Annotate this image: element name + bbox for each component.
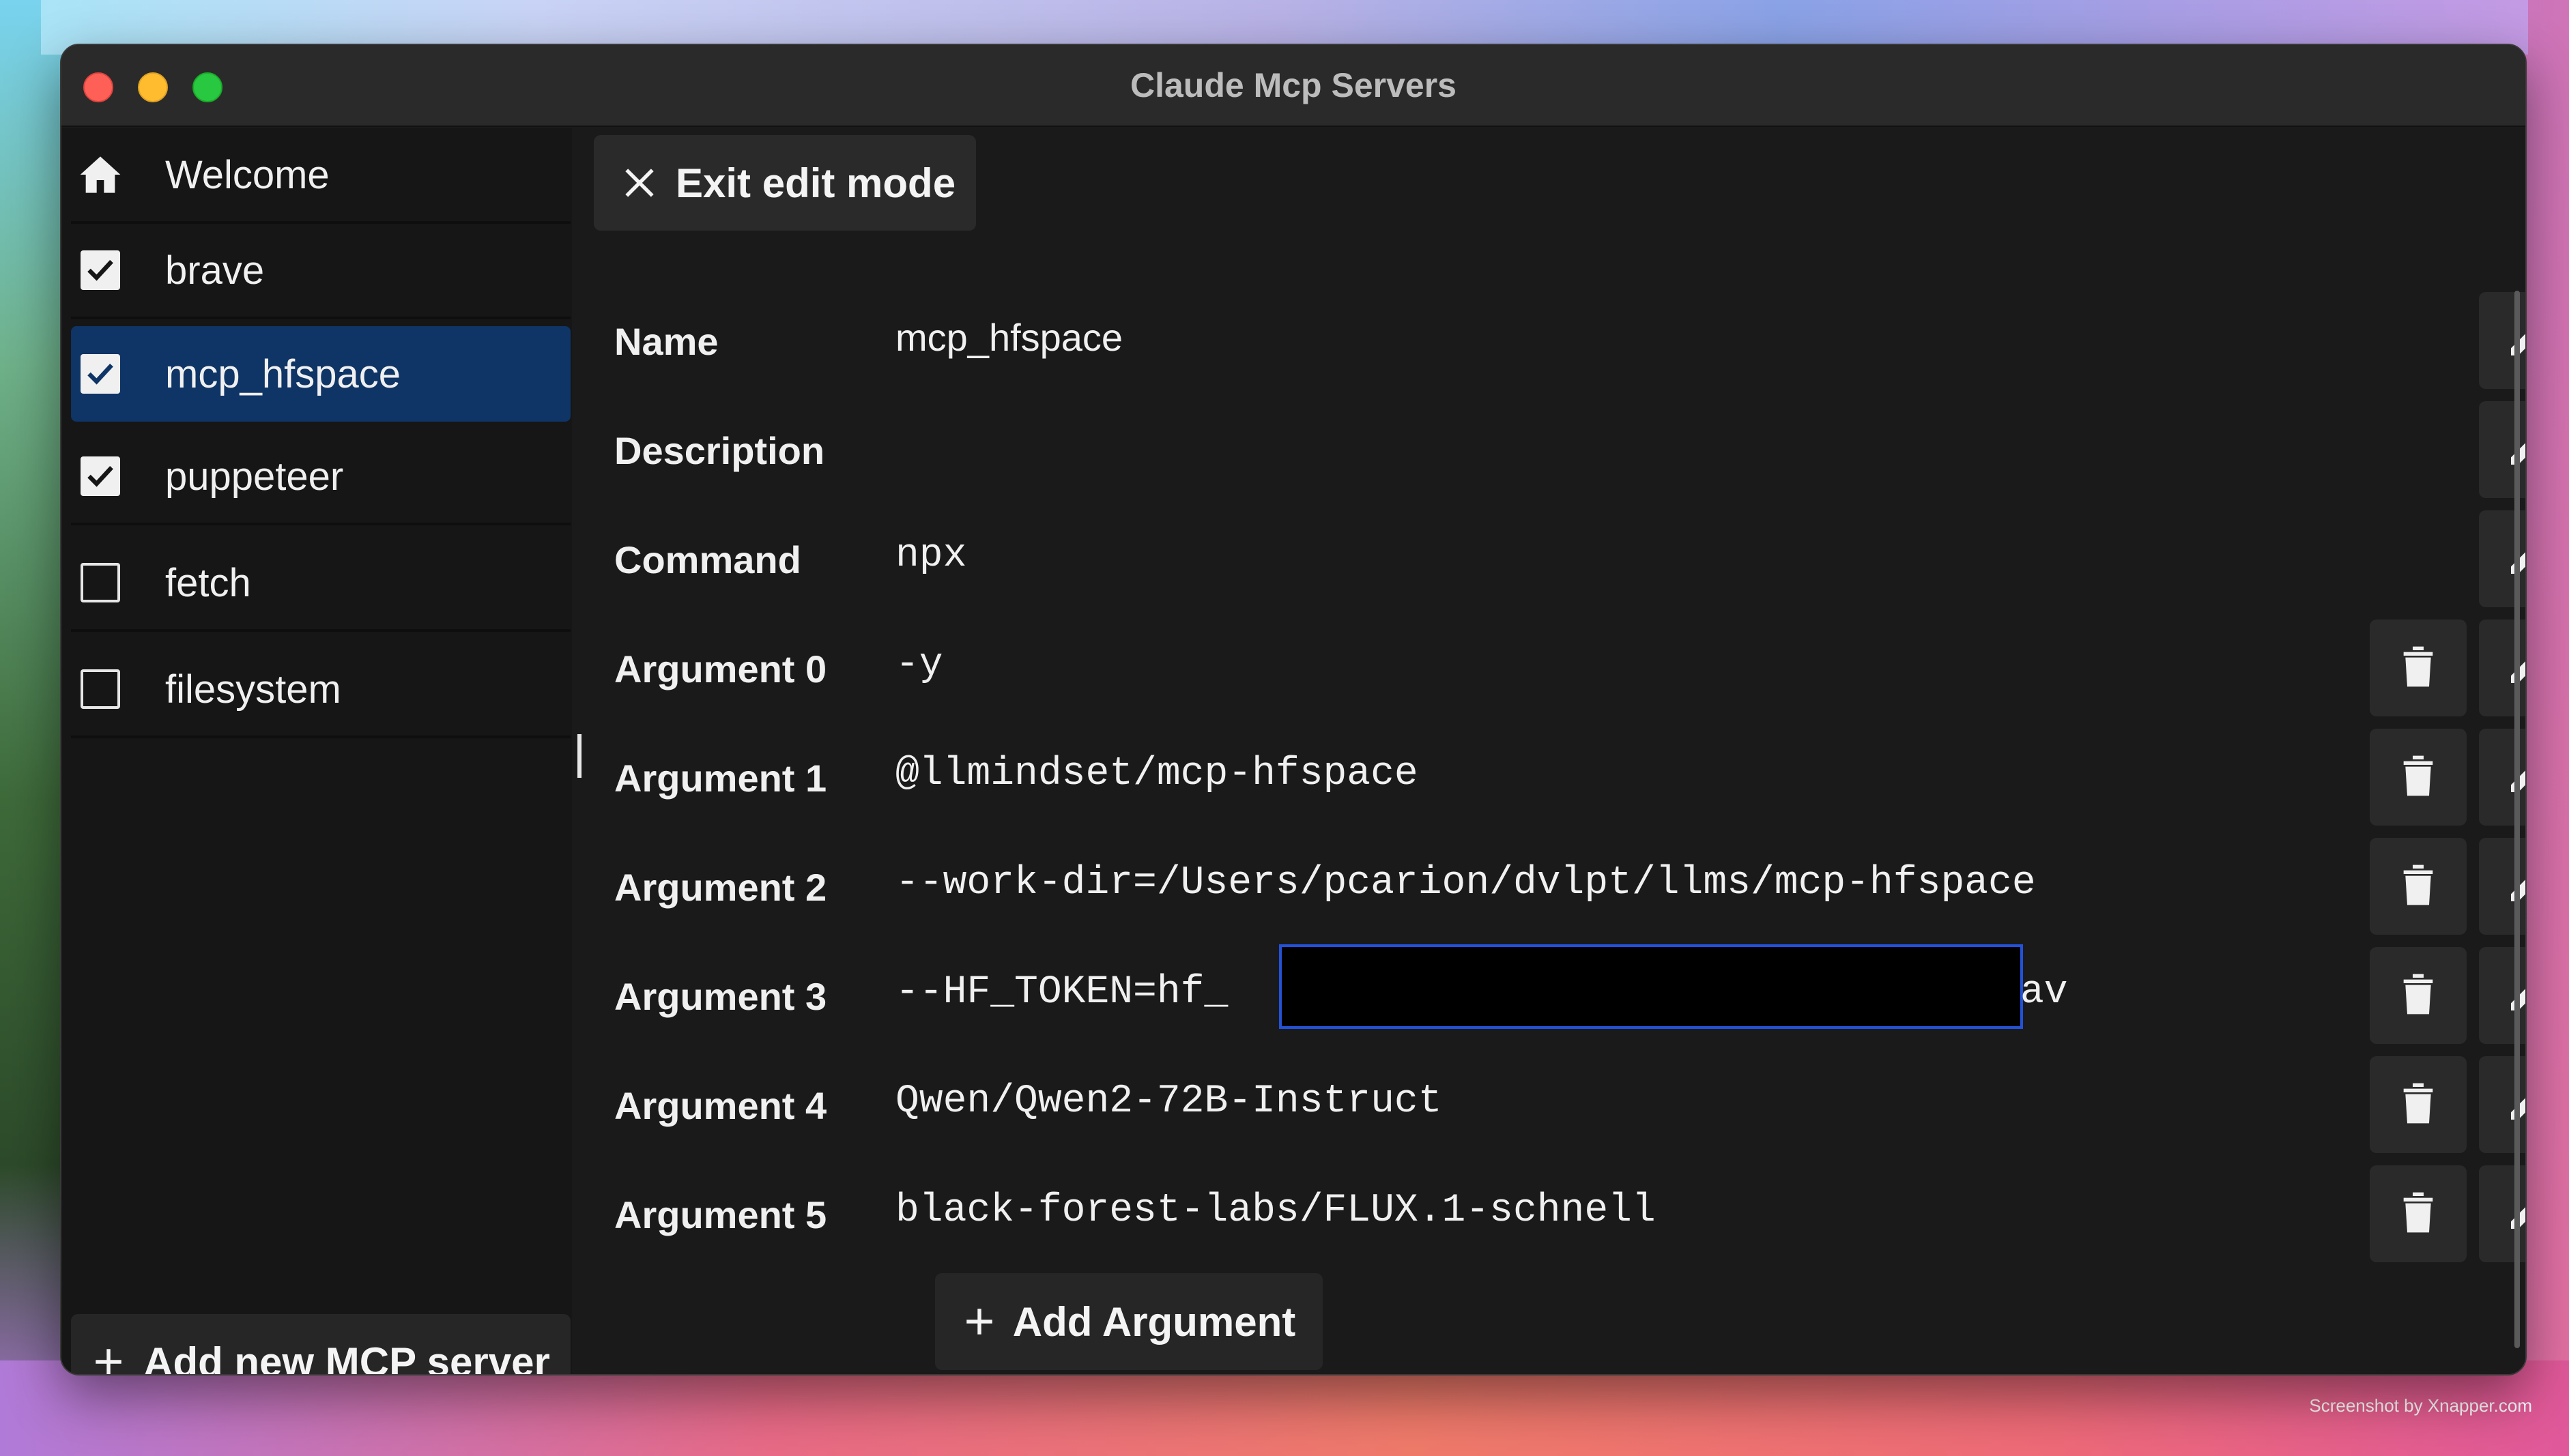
sidebar-item-welcome[interactable]: Welcome: [71, 128, 571, 224]
field-label: Name: [614, 320, 719, 363]
sidebar-item-fetch[interactable]: fetch: [71, 536, 571, 632]
field-value: Qwen/Qwen2-72B-Instruct: [895, 1079, 1442, 1124]
field-value: -y: [895, 643, 943, 687]
checkbox-container: [76, 246, 124, 294]
trash-icon: [2399, 754, 2437, 801]
checkbox-container: [76, 350, 124, 398]
checkbox-checked-icon[interactable]: [81, 250, 120, 290]
plus-icon: [962, 1305, 996, 1339]
argument-row-4: Argument 4 Qwen/Qwen2-72B-Instruct: [594, 1056, 2525, 1153]
field-value: black-forest-labs/FLUX.1-schnell: [895, 1189, 1656, 1233]
field-label: Argument 5: [614, 1193, 827, 1236]
delete-button[interactable]: [2370, 838, 2467, 935]
field-label: Argument 2: [614, 866, 827, 909]
sidebar-item-label: mcp_hfspace: [165, 351, 401, 396]
watermark: Screenshot by Xnapper.com: [2309, 1395, 2532, 1416]
checkbox-container: [76, 559, 124, 607]
checkbox-checked-icon[interactable]: [81, 456, 120, 496]
argument-row-2: Argument 2 --work-dir=/Users/pcarion/dvl…: [594, 838, 2525, 935]
argument-row-3: Argument 3 --HF_TOKEN=hf_ av: [594, 944, 2525, 1044]
scrollbar[interactable]: [2514, 291, 2520, 1348]
argument-row-0: Argument 0 -y: [594, 620, 2525, 716]
sidebar-item-filesystem[interactable]: filesystem: [71, 643, 571, 738]
server-editor: Exit edit mode Name mcp_hfspace Descript…: [594, 128, 2525, 1374]
title-bar: Claude Mcp Servers: [61, 45, 2525, 127]
field-value: npx: [895, 534, 967, 578]
argument-row-1: Argument 1 @llmindset/mcp-hfspace: [594, 729, 2525, 826]
checkbox-unchecked-icon[interactable]: [81, 563, 120, 602]
field-value: --work-dir=/Users/pcarion/dvlpt/llms/mcp…: [895, 861, 2036, 905]
app-window: Claude Mcp Servers Welcome brave mcp_hfs…: [60, 44, 2527, 1375]
sidebar-item-mcp-hfspace[interactable]: mcp_hfspace: [71, 326, 571, 422]
delete-button[interactable]: [2370, 1165, 2467, 1262]
desktop-background-left: [0, 0, 61, 1456]
exit-edit-mode-button[interactable]: Exit edit mode: [594, 135, 976, 231]
add-server-label: Add new MCP server: [143, 1339, 550, 1375]
field-label: Argument 4: [614, 1084, 827, 1127]
field-value-prefix: --HF_TOKEN=hf_: [895, 970, 1229, 1015]
home-icon: [76, 151, 124, 199]
field-label: Argument 3: [614, 975, 827, 1018]
sidebar-item-label: puppeteer: [165, 454, 344, 499]
field-value: @llmindset/mcp-hfspace: [895, 752, 1418, 796]
checkbox-checked-icon[interactable]: [81, 354, 120, 394]
add-server-button[interactable]: Add new MCP server: [71, 1314, 571, 1375]
sidebar: Welcome brave mcp_hfspace puppeteer fetc…: [61, 128, 572, 1375]
add-argument-button[interactable]: Add Argument: [935, 1273, 1323, 1370]
delete-button[interactable]: [2370, 947, 2467, 1044]
trash-icon: [2399, 1191, 2437, 1238]
delete-button[interactable]: [2370, 1056, 2467, 1153]
close-icon: [622, 166, 657, 200]
field-label: Argument 0: [614, 647, 827, 690]
add-argument-label: Add Argument: [1012, 1298, 1296, 1345]
checkbox-unchecked-icon[interactable]: [81, 669, 120, 709]
checkbox-container: [76, 665, 124, 713]
redacted-token-overlay: [1279, 944, 2023, 1029]
field-row-command: Command npx: [594, 510, 2525, 607]
delete-button[interactable]: [2370, 620, 2467, 716]
sidebar-item-label: filesystem: [165, 667, 341, 712]
trash-icon: [2399, 1081, 2437, 1129]
argument-row-5: Argument 5 black-forest-labs/FLUX.1-schn…: [594, 1165, 2525, 1262]
window-title: Claude Mcp Servers: [1130, 66, 1456, 104]
sidebar-resize-handle[interactable]: [577, 734, 582, 778]
field-label: Argument 1: [614, 757, 827, 800]
checkbox-container: [76, 452, 124, 500]
trash-icon: [2399, 645, 2437, 692]
delete-button[interactable]: [2370, 729, 2467, 826]
field-value: mcp_hfspace: [895, 316, 1123, 359]
sidebar-item-label: fetch: [165, 560, 251, 605]
trash-icon: [2399, 863, 2437, 910]
field-label: Command: [614, 538, 801, 581]
field-value-suffix: av: [2020, 970, 2068, 1015]
exit-edit-mode-label: Exit edit mode: [676, 160, 956, 206]
trash-icon: [2399, 972, 2437, 1019]
sidebar-item-brave[interactable]: brave: [71, 224, 571, 319]
field-label: Description: [614, 429, 825, 472]
field-row-name: Name mcp_hfspace: [594, 292, 2525, 389]
sidebar-item-puppeteer[interactable]: puppeteer: [71, 430, 571, 525]
field-row-description: Description: [594, 401, 2525, 498]
sidebar-item-label: brave: [165, 248, 265, 293]
sidebar-item-label: Welcome: [165, 152, 330, 197]
plus-icon: [91, 1345, 126, 1374]
